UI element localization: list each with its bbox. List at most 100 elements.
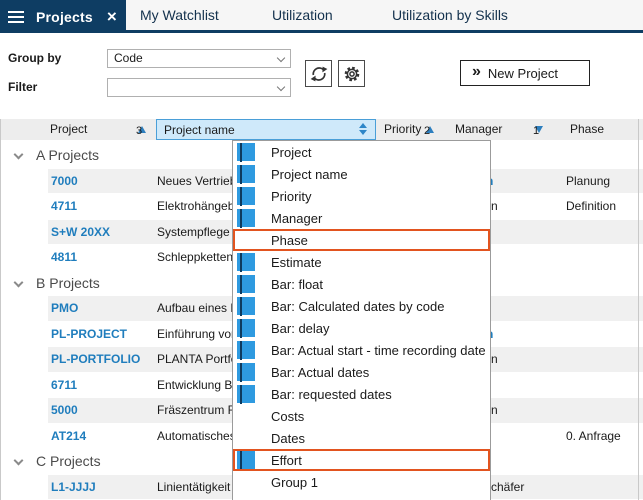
manager-cell: n — [491, 403, 498, 417]
column-header-phase[interactable]: Phase — [570, 122, 604, 136]
double-chevron-right-icon: » — [472, 63, 479, 81]
check-icon — [240, 165, 242, 184]
column-menu-item[interactable]: Bar: delay — [233, 317, 490, 339]
refresh-icon — [309, 64, 329, 84]
project-code-link[interactable]: PL-PORTFOLIO — [51, 352, 140, 366]
phase-cell: Planung — [566, 174, 610, 188]
app-window: Projects × My Watchlist Utilization Util… — [0, 0, 643, 500]
project-code-link[interactable]: 5000 — [51, 403, 78, 417]
checkbox[interactable] — [237, 451, 255, 469]
check-icon — [240, 187, 242, 206]
menu-item-label: Bar: Actual dates — [271, 365, 369, 380]
menu-item-label: Bar: Actual start - time recording date — [271, 343, 486, 358]
project-code-link[interactable]: L1-JJJJ — [51, 480, 96, 494]
column-menu-item[interactable]: Group 1 — [233, 471, 490, 493]
checkbox[interactable] — [237, 275, 255, 293]
group-by-value: Code — [114, 51, 143, 65]
settings-button[interactable] — [338, 60, 365, 87]
group-by-select[interactable]: Code — [107, 49, 291, 68]
tab-utilization[interactable]: Utilization — [272, 0, 333, 30]
project-name-cell: Entwicklung B — [157, 378, 232, 392]
checkbox[interactable] — [237, 143, 255, 161]
chevron-down-icon — [277, 54, 285, 62]
check-icon — [240, 451, 242, 470]
column-header-project[interactable]: Project — [50, 122, 87, 136]
column-menu-item[interactable]: Manager — [233, 207, 490, 229]
check-icon — [240, 319, 242, 338]
column-menu-item[interactable]: Dates — [233, 427, 490, 449]
checkbox[interactable] — [237, 187, 255, 205]
project-code-link[interactable]: S+W 20XX — [51, 225, 110, 239]
close-icon[interactable]: × — [107, 8, 117, 25]
project-code-link[interactable]: 7000 — [51, 174, 78, 188]
check-icon — [240, 143, 242, 162]
project-code-link[interactable]: 4711 — [51, 199, 77, 213]
menu-item-label: Bar: delay — [271, 321, 330, 336]
project-code-link[interactable]: PMO — [51, 301, 78, 315]
project-name-cell: Neues Vertrieb — [157, 174, 236, 188]
chevron-down-icon[interactable] — [14, 456, 24, 466]
column-header-manager[interactable]: Manager — [455, 122, 502, 136]
tab-projects-label: Projects — [36, 9, 93, 25]
checkbox[interactable] — [237, 319, 255, 337]
phase-cell: 0. Anfrage — [566, 429, 621, 443]
column-menu-item[interactable]: Phase — [233, 229, 490, 251]
column-menu-item[interactable]: Bar: Actual dates — [233, 361, 490, 383]
manager-cell: n — [491, 199, 498, 213]
sort-toggle-icon[interactable] — [359, 123, 367, 135]
column-menu-item[interactable]: Priority — [233, 185, 490, 207]
hamburger-menu-icon[interactable] — [8, 11, 24, 23]
menu-item-label: Bar: float — [271, 277, 323, 292]
group-by-label: Group by — [8, 51, 61, 65]
checkbox[interactable] — [237, 385, 255, 403]
column-menu-item[interactable]: Bar: Calculated dates by code — [233, 295, 490, 317]
tab-my-watchlist[interactable]: My Watchlist — [140, 0, 219, 30]
column-header-project-name[interactable]: Project name — [156, 119, 376, 140]
tab-utilization-by-skills[interactable]: Utilization by Skills — [392, 0, 508, 30]
column-menu-item[interactable]: Project — [233, 141, 490, 163]
check-icon — [240, 297, 242, 316]
refresh-button[interactable] — [305, 60, 332, 87]
sort-indicator-priority: 2 — [424, 122, 434, 136]
column-menu-item[interactable]: Bar: requested dates — [233, 383, 490, 405]
project-name-cell: Elektrohängeb — [157, 199, 234, 213]
project-name-cell: Automatisches — [157, 429, 236, 443]
column-menu-item[interactable]: Bar: Actual start - time recording date — [233, 339, 490, 361]
manager-cell: n — [491, 352, 498, 366]
project-name-cell: PLANTA Portfo — [157, 352, 237, 366]
chevron-down-icon[interactable] — [14, 150, 24, 160]
column-menu-item[interactable]: Bar: float — [233, 273, 490, 295]
checkbox[interactable] — [237, 341, 255, 359]
menu-item-label: Costs — [271, 409, 304, 424]
checkbox[interactable] — [237, 297, 255, 315]
checkbox[interactable] — [237, 253, 255, 271]
chevron-down-icon[interactable] — [14, 277, 24, 287]
column-menu-items: Project Project name Priority Manager Ph… — [233, 141, 490, 493]
column-menu-item[interactable]: Effort — [233, 449, 490, 471]
new-project-button[interactable]: » New Project — [460, 60, 590, 86]
project-code-link[interactable]: 4811 — [51, 250, 77, 264]
table-right-border — [638, 119, 639, 500]
project-code-link[interactable]: 6711 — [51, 378, 77, 392]
project-code-link[interactable]: AT214 — [51, 429, 86, 443]
checkbox[interactable] — [237, 165, 255, 183]
filter-label: Filter — [8, 80, 37, 94]
filter-select[interactable] — [107, 78, 291, 97]
tab-projects[interactable]: Projects × — [0, 0, 126, 33]
checkbox[interactable] — [237, 209, 255, 227]
menu-item-label: Project — [271, 145, 311, 160]
group-label: B Projects — [36, 275, 100, 291]
group-label: A Projects — [36, 147, 99, 163]
checkbox[interactable] — [237, 363, 255, 381]
menu-item-label: Bar: requested dates — [271, 387, 392, 402]
project-code-link[interactable]: PL-PROJECT — [51, 327, 127, 341]
new-project-label: New Project — [488, 66, 558, 81]
column-header-priority[interactable]: Priority — [384, 122, 421, 136]
sort-indicator-manager: 1 — [533, 122, 543, 136]
column-menu-item[interactable]: Project name — [233, 163, 490, 185]
column-menu: Project Project name Priority Manager Ph… — [232, 140, 491, 500]
column-menu-item[interactable]: Estimate — [233, 251, 490, 273]
column-menu-item[interactable]: Costs — [233, 405, 490, 427]
menu-item-label: Bar: Calculated dates by code — [271, 299, 444, 314]
gear-icon — [342, 64, 362, 84]
